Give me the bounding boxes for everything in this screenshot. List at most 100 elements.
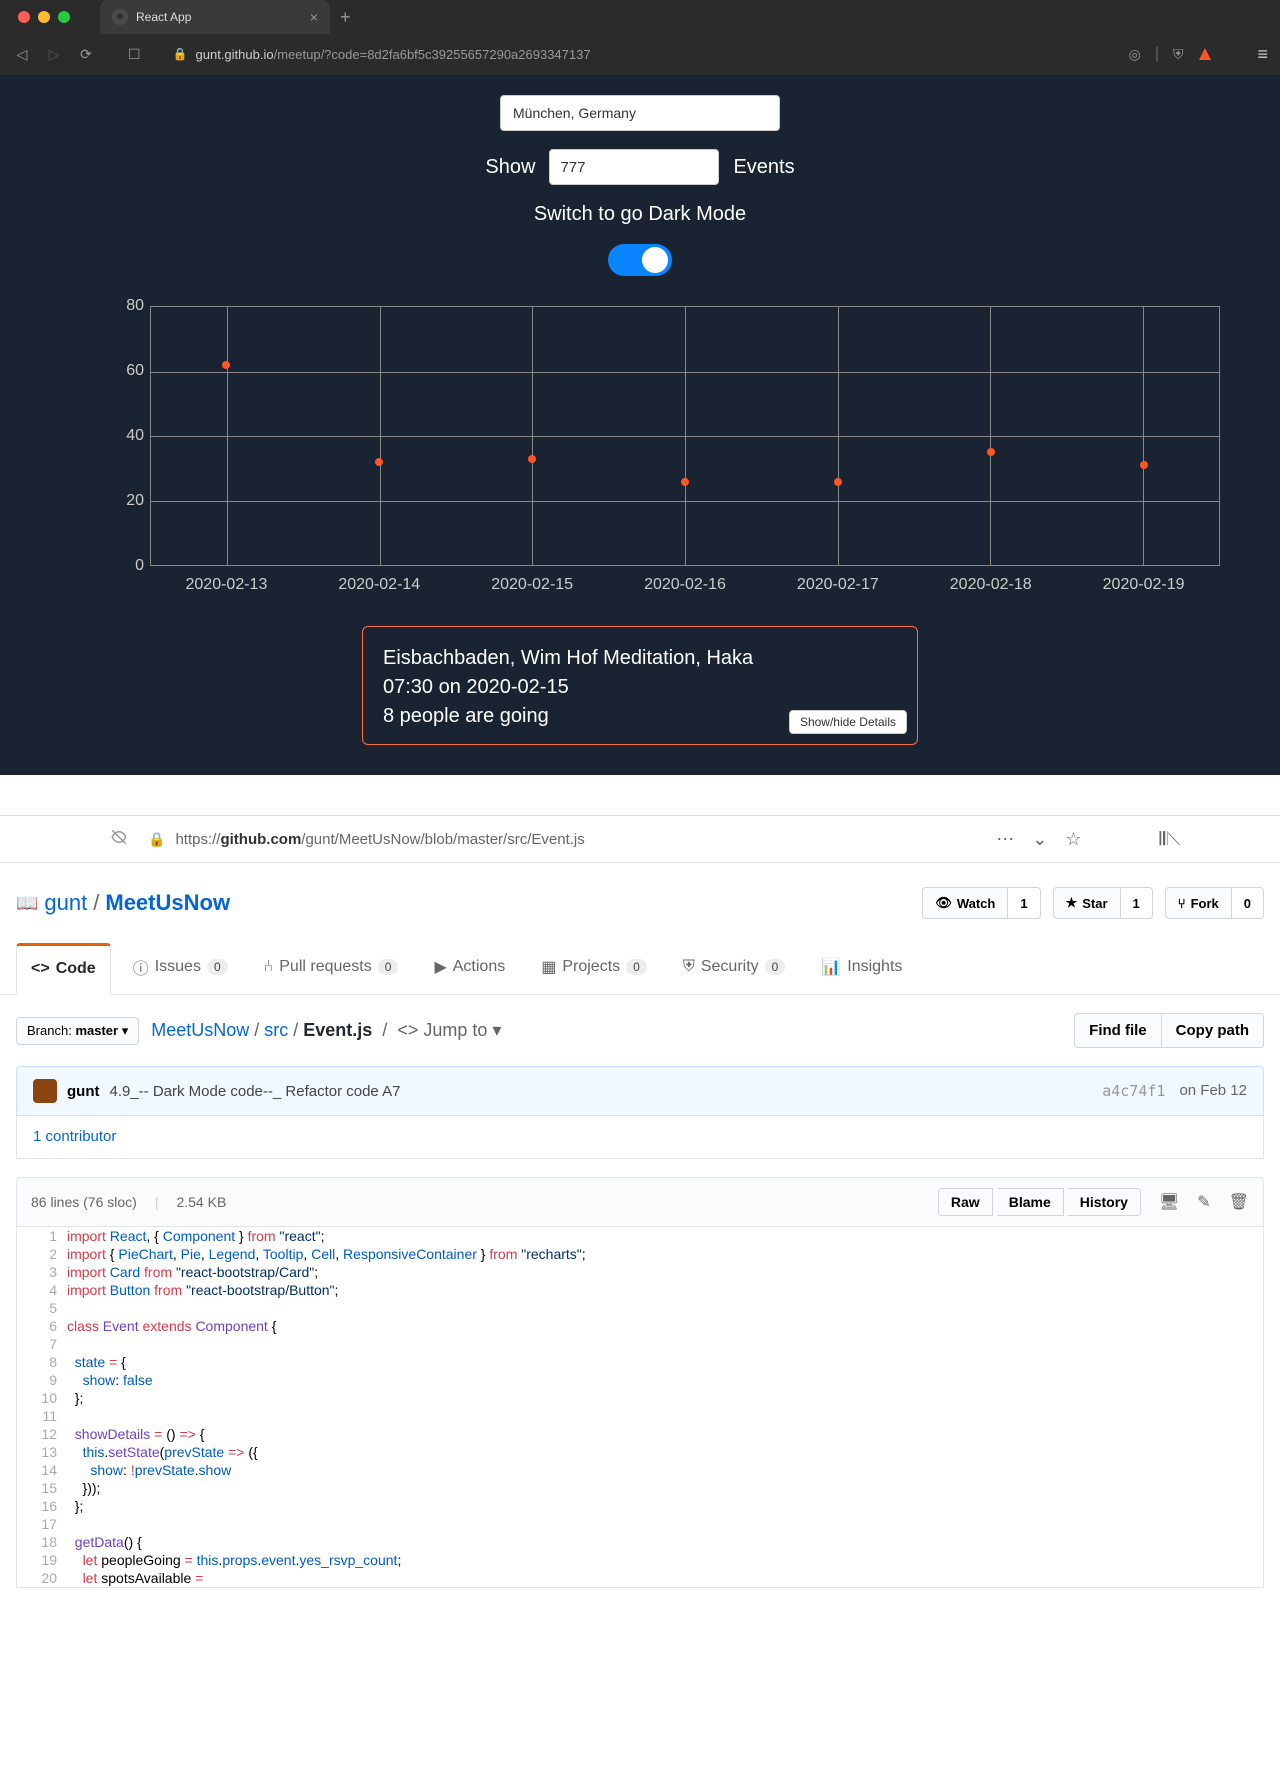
maximize-icon[interactable] xyxy=(58,11,70,23)
find-file-button[interactable]: Find file xyxy=(1074,1013,1162,1048)
chart-point[interactable] xyxy=(681,478,689,486)
repo-header: 📖 gunt / MeetUsNow 👁Watch1 ★Star1 ⑂Fork0 xyxy=(0,863,1280,919)
target-icon[interactable]: ◎ xyxy=(1129,46,1141,63)
tab-projects[interactable]: ▦Projects0 xyxy=(527,943,661,994)
y-axis-tick: 20 xyxy=(126,492,144,510)
new-tab-button[interactable]: + xyxy=(340,7,351,28)
trash-icon[interactable]: 🗑 xyxy=(1229,1192,1249,1212)
fork-button[interactable]: ⑂Fork0 xyxy=(1165,887,1264,919)
y-axis-tick: 60 xyxy=(126,362,144,380)
tab-title: React App xyxy=(136,10,302,24)
y-axis-tick: 40 xyxy=(126,427,144,445)
chart-grid xyxy=(150,306,1220,566)
url-field[interactable]: 🔒 gunt.github.io/meetup/?code=8d2fa6bf5c… xyxy=(173,47,933,62)
owner-link[interactable]: gunt xyxy=(44,890,87,916)
tab-code[interactable]: <>Code xyxy=(16,943,111,995)
path-file: Event.js xyxy=(303,1020,372,1040)
dark-mode-toggle[interactable] xyxy=(608,244,672,276)
browser-tab[interactable]: ⚛ React App × xyxy=(100,0,330,34)
events-count-input[interactable] xyxy=(549,149,719,185)
tab-actions[interactable]: ▶Actions xyxy=(420,943,519,994)
chart-point[interactable] xyxy=(1140,461,1148,469)
tab-security[interactable]: ⛨Security0 xyxy=(669,943,800,994)
chart-point[interactable] xyxy=(528,455,536,463)
show-events-row: Show Events xyxy=(485,149,794,185)
location-input[interactable] xyxy=(500,95,780,131)
chart-point[interactable] xyxy=(987,448,995,456)
watch-button[interactable]: 👁Watch1 xyxy=(922,887,1040,919)
minimize-icon[interactable] xyxy=(38,11,50,23)
commit-date: on Feb 12 xyxy=(1179,1082,1247,1100)
brave-icon[interactable] xyxy=(1197,46,1213,62)
lock-icon: 🔒 xyxy=(173,47,188,61)
copy-path-button[interactable]: Copy path xyxy=(1162,1013,1264,1048)
star-button[interactable]: ★Star1 xyxy=(1053,887,1153,919)
chart-point[interactable] xyxy=(375,458,383,466)
more-icon[interactable]: ⋯ xyxy=(996,829,1014,850)
chart-point[interactable] xyxy=(222,361,230,369)
star-icon[interactable]: ☆ xyxy=(1065,829,1081,850)
code-viewer: 1import React, { Component } from "react… xyxy=(16,1227,1264,1588)
lock-icon: 🔒 xyxy=(148,831,165,848)
breadcrumb: 📖 gunt / MeetUsNow xyxy=(16,890,230,916)
tab-close-icon[interactable]: × xyxy=(310,9,318,25)
x-axis-tick: 2020-02-15 xyxy=(491,576,573,594)
file-stats: 86 lines (76 sloc)|2.54 KB xyxy=(31,1194,226,1210)
x-axis-tick: 2020-02-14 xyxy=(338,576,420,594)
blame-button[interactable]: Blame xyxy=(997,1188,1064,1216)
latest-commit: gunt 4.9_-- Dark Mode code--_ Refactor c… xyxy=(16,1066,1264,1116)
github-url-bar: 🔒 https://github.com/gunt/MeetUsNow/blob… xyxy=(0,815,1280,863)
controls: Show Events Switch to go Dark Mode xyxy=(0,95,1280,276)
github-url[interactable]: https://github.com/gunt/MeetUsNow/blob/m… xyxy=(175,831,584,848)
tab-issues[interactable]: ⓘIssues0 xyxy=(119,943,242,994)
tab-bar: ⚛ React App × + xyxy=(0,0,1280,34)
avatar[interactable] xyxy=(33,1079,57,1103)
forward-button[interactable]: ▷ xyxy=(44,46,64,63)
commit-sha[interactable]: a4c74f1 xyxy=(1102,1082,1165,1100)
tab-pull-requests[interactable]: ⑃Pull requests0 xyxy=(250,943,413,994)
path-bar: Branch: master ▾ MeetUsNow / src / Event… xyxy=(0,995,1280,1066)
commit-message[interactable]: 4.9_-- Dark Mode code--_ Refactor code A… xyxy=(109,1083,400,1100)
tab-insights[interactable]: 📊Insights xyxy=(807,943,916,994)
project-icon: ▦ xyxy=(541,957,556,977)
close-icon[interactable] xyxy=(18,11,30,23)
repo-icon: 📖 xyxy=(16,893,38,914)
chart-point[interactable] xyxy=(834,478,842,486)
favicon-icon: ⚛ xyxy=(112,9,128,25)
edit-icon[interactable]: ✎ xyxy=(1197,1192,1210,1212)
shield-icon[interactable]: ⛨ xyxy=(1173,46,1184,63)
raw-button[interactable]: Raw xyxy=(938,1188,993,1216)
play-icon: ▶ xyxy=(434,957,446,977)
desktop-icon[interactable]: 🖥 xyxy=(1159,1192,1179,1212)
menu-icon[interactable]: ≡ xyxy=(1257,44,1268,65)
pr-icon: ⑃ xyxy=(264,958,274,976)
x-axis-tick: 2020-02-13 xyxy=(186,576,268,594)
library-icon[interactable]: 𝄃𝄃⟍ xyxy=(1160,829,1180,850)
pocket-icon[interactable]: ⌄ xyxy=(1032,829,1047,850)
contributors-link[interactable]: 1 contributor xyxy=(33,1128,116,1145)
path-src[interactable]: src xyxy=(264,1020,288,1040)
x-axis-tick: 2020-02-18 xyxy=(950,576,1032,594)
eye-icon: 👁 xyxy=(935,895,952,911)
separator: / xyxy=(93,890,99,916)
dark-mode-label: Switch to go Dark Mode xyxy=(534,203,746,226)
reader-icon[interactable] xyxy=(110,828,128,851)
repo-link[interactable]: MeetUsNow xyxy=(105,890,230,916)
code-icon: <> xyxy=(31,960,50,978)
reload-button[interactable]: ⟳ xyxy=(76,46,96,63)
commit-author[interactable]: gunt xyxy=(67,1083,99,1100)
history-button[interactable]: History xyxy=(1068,1188,1141,1216)
back-button[interactable]: ◁ xyxy=(12,46,32,63)
event-time: 07:30 on 2020-02-15 xyxy=(383,676,897,699)
bookmark-icon[interactable]: ☐ xyxy=(128,46,141,63)
show-label-right: Events xyxy=(733,156,794,179)
path-root[interactable]: MeetUsNow xyxy=(151,1020,249,1040)
repo-actions: 👁Watch1 ★Star1 ⑂Fork0 xyxy=(922,887,1264,919)
github-page: 🔒 https://github.com/gunt/MeetUsNow/blob… xyxy=(0,775,1280,1588)
show-details-button[interactable]: Show/hide Details xyxy=(789,710,907,734)
browser-chrome: ⚛ React App × + ◁ ▷ ⟳ ☐ 🔒 gunt.github.io… xyxy=(0,0,1280,75)
x-axis-tick: 2020-02-16 xyxy=(644,576,726,594)
x-axis-tick: 2020-02-17 xyxy=(797,576,879,594)
branch-selector[interactable]: Branch: master ▾ xyxy=(16,1017,139,1045)
shield-icon: ⛨ xyxy=(683,958,695,976)
